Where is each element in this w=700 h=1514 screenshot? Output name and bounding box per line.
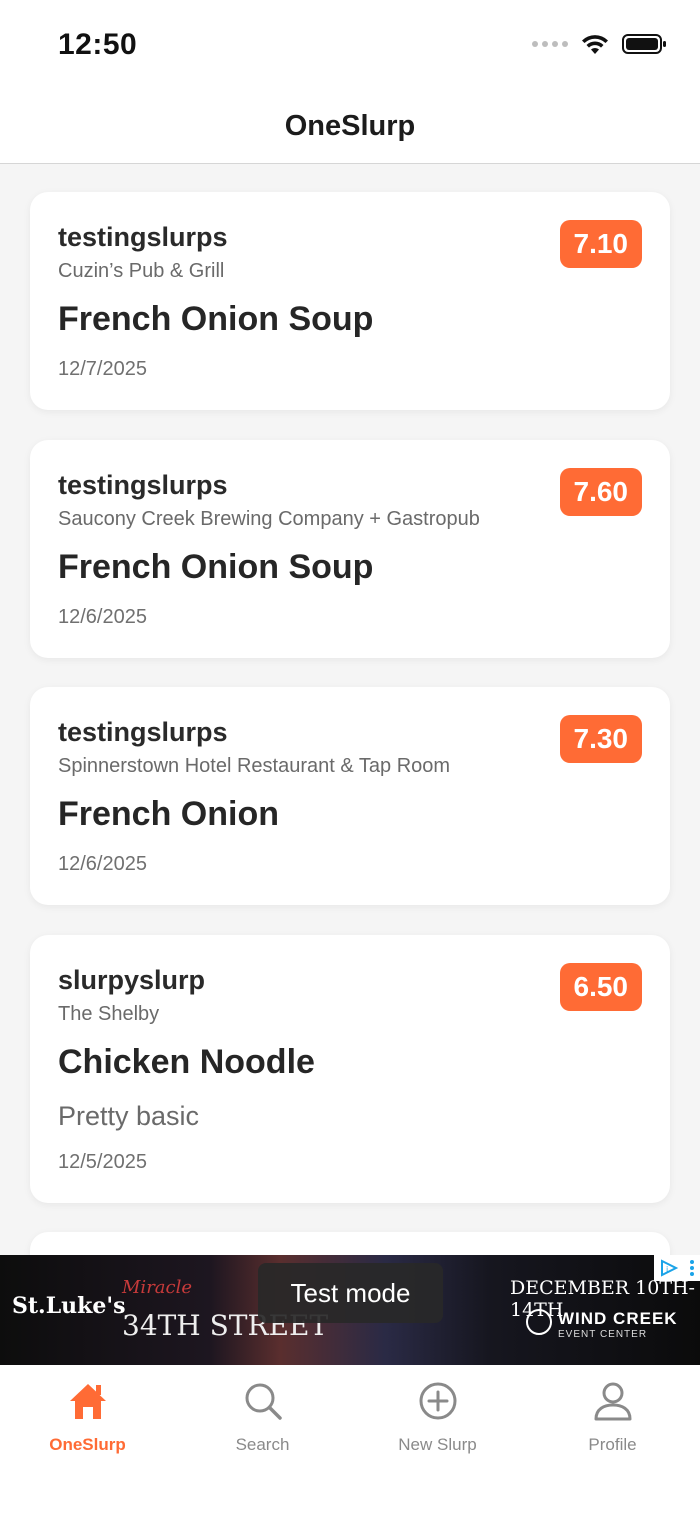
slurp-score-badge: 7.60 [559,468,642,516]
ad-info-triangle-icon: i [661,1259,679,1277]
slurp-restaurant: Spinnerstown Hotel Restaurant & Tap Room [58,755,451,777]
ad-venue: WIND CREEK [558,1309,678,1328]
tab-label: Profile [588,1435,637,1454]
slurp-card[interactable]: testingslurps Cuzin’s Pub & Grill French… [30,192,670,410]
cellular-signal-icon [532,41,568,47]
nav-header: OneSlurp [0,90,700,164]
slurp-restaurant: The Shelby [58,1003,160,1025]
slurp-card[interactable] [30,1232,670,1255]
slurp-card[interactable]: testingslurps Saucony Creek Brewing Comp… [30,440,670,658]
slurp-restaurant: Saucony Creek Brewing Company + Gastropu… [58,508,480,530]
status-time: 12:50 [58,28,138,61]
status-bar: 12:50 [0,0,700,90]
slurp-username[interactable]: testingslurps [58,470,228,501]
status-icons [532,32,668,56]
slurp-dish: French Onion Soup [58,548,374,586]
tab-label: Search [235,1435,290,1454]
test-mode-label: Test mode [258,1263,443,1323]
slurp-username[interactable]: testingslurps [58,717,228,748]
ad-venue-sub: EVENT CENTER [558,1329,648,1340]
slurp-score-badge: 7.30 [559,715,642,763]
slurp-username[interactable]: slurpyslurp [58,965,205,996]
slurp-score-badge: 7.10 [559,220,642,268]
ad-banner[interactable]: St.Luke's Miracle 34TH STREET DECEMBER 1… [0,1255,700,1365]
slurp-card[interactable]: slurpyslurp The Shelby Chicken Noodle Pr… [30,935,670,1203]
slurp-date: 12/5/2025 [58,1151,147,1173]
ad-choices-icon[interactable]: i [654,1255,700,1281]
ad-sponsor-logo: St.Luke's [12,1293,126,1319]
wind-creek-logo-icon [526,1309,552,1335]
tab-label: OneSlurp [49,1435,126,1454]
ad-more-icon [690,1260,694,1276]
slurp-restaurant: Cuzin’s Pub & Grill [58,260,225,282]
wifi-icon [582,35,608,54]
slurp-dish: French Onion [58,795,279,833]
tab-bar: OneSlurp Search New Slurp Profile [0,1365,700,1514]
ad-miracle-text: Miracle [122,1277,193,1298]
slurp-date: 12/6/2025 [58,853,147,875]
tab-oneslurp[interactable]: OneSlurp [0,1365,175,1514]
person-icon [594,1382,631,1421]
slurp-dish: Chicken Noodle [58,1043,315,1081]
tab-new-slurp[interactable]: New Slurp [350,1365,525,1514]
slurp-card[interactable]: testingslurps Spinnerstown Hotel Restaur… [30,687,670,905]
tab-profile[interactable]: Profile [525,1365,700,1514]
slurp-note: Pretty basic [58,1101,200,1131]
battery-icon [622,34,666,54]
tab-label: New Slurp [398,1435,477,1454]
slurp-score-badge: 6.50 [559,963,642,1011]
slurp-feed[interactable]: testingslurps Cuzin’s Pub & Grill French… [0,165,700,1255]
page-title: OneSlurp [284,110,416,142]
slurp-date: 12/6/2025 [58,606,147,628]
slurp-date: 12/7/2025 [58,358,147,380]
plus-circle-icon [419,1382,456,1420]
search-icon [245,1383,282,1420]
svg-text:i: i [666,1265,668,1274]
slurp-username[interactable]: testingslurps [58,222,228,253]
home-icon [69,1384,106,1419]
tab-search[interactable]: Search [175,1365,350,1514]
slurp-dish: French Onion Soup [58,300,374,338]
